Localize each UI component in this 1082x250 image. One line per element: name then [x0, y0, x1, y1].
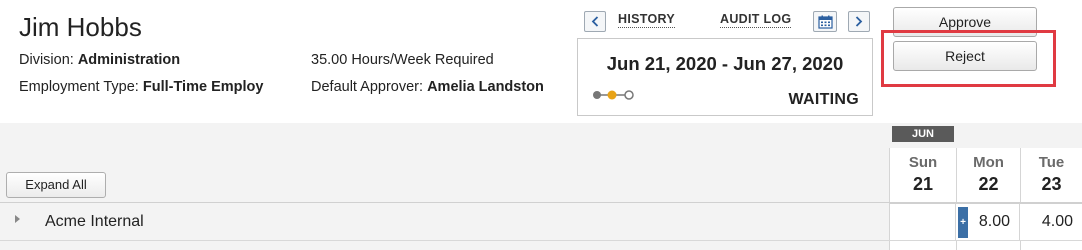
- period-date-range: Jun 21, 2020 - Jun 27, 2020: [606, 53, 844, 74]
- row-divider: [0, 240, 1082, 241]
- division-info: Division: Administration: [19, 52, 180, 68]
- default-approver-info: Default Approver: Amelia Landston: [311, 79, 562, 95]
- period-status: WAITING: [788, 91, 859, 108]
- expand-caret-icon[interactable]: [15, 215, 20, 223]
- table-row[interactable]: Acme Internal: [0, 203, 889, 241]
- cell-value: 4.00: [1041, 213, 1073, 230]
- day-name: Mon: [973, 154, 1004, 171]
- chevron-right-icon: [855, 16, 863, 27]
- calendar-button[interactable]: [813, 11, 837, 32]
- chevron-left-icon: [591, 16, 599, 27]
- day-number: 22: [978, 174, 999, 194]
- approval-progress-icon: [593, 90, 634, 100]
- audit-log-link[interactable]: AUDIT LOG: [720, 12, 792, 28]
- hours-cell-mon[interactable]: + 8.00: [956, 203, 1020, 241]
- division-label: Division:: [19, 52, 74, 68]
- expand-all-button[interactable]: Expand All: [6, 172, 106, 198]
- employment-type-value: Full-Time Employ: [142, 79, 264, 95]
- hours-required: 35.00 Hours/Week Required: [311, 52, 494, 68]
- day-number: 23: [1041, 174, 1062, 194]
- previous-period-button[interactable]: [584, 11, 606, 32]
- cell-value: 8.00: [978, 213, 1010, 230]
- employment-type-info: Employment Type: Full-Time Employ: [19, 79, 287, 95]
- division-value: Administration: [77, 52, 181, 68]
- day-number: 21: [912, 174, 934, 194]
- day-name: Tue: [1038, 154, 1065, 171]
- approver-value: Amelia Landston: [427, 79, 544, 95]
- add-entry-icon[interactable]: +: [958, 207, 968, 238]
- hours-cell-tue[interactable]: 4.00: [1020, 203, 1082, 241]
- period-summary-box: Jun 21, 2020 - Jun 27, 2020 WAITING: [577, 38, 873, 116]
- month-label: JUN: [892, 126, 954, 142]
- hours-cell-sun[interactable]: [889, 203, 956, 241]
- day-name: Sun: [908, 154, 938, 171]
- calendar-icon: [817, 15, 833, 29]
- employee-name: Jim Hobbs: [19, 12, 142, 42]
- approver-label: Default Approver:: [311, 79, 424, 95]
- timesheet-grid: JUN Sun 21 Mon 22 Tue 23 Expand All Acme…: [0, 123, 1082, 250]
- next-period-button[interactable]: [848, 11, 870, 32]
- timesheet-header: Jim Hobbs Division: Administration Emplo…: [0, 0, 1082, 123]
- row-label: Acme Internal: [45, 213, 144, 230]
- history-link[interactable]: HISTORY: [618, 12, 675, 28]
- employment-type-label: Employment Type:: [19, 79, 139, 95]
- reject-highlight-box: [881, 30, 1056, 87]
